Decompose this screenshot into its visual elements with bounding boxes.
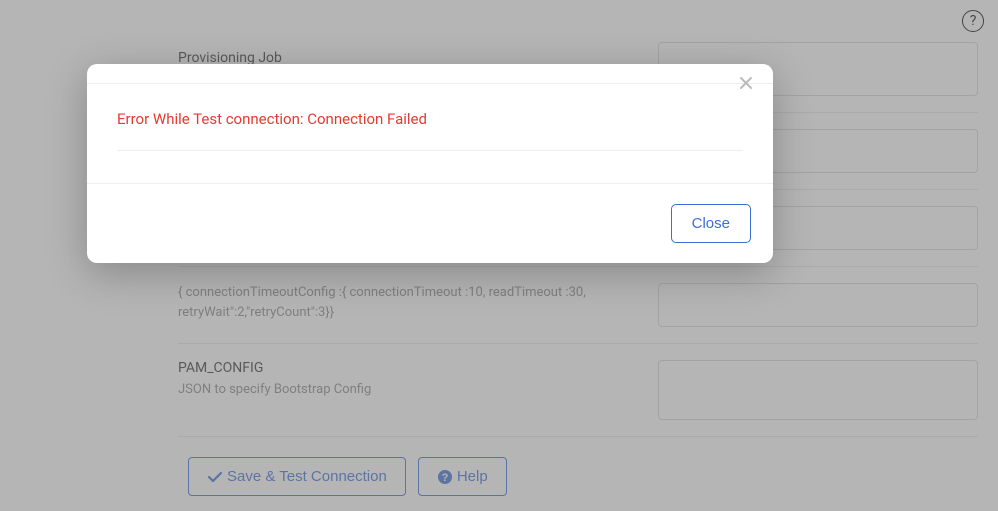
- close-button-label: Close: [692, 215, 730, 232]
- question-mark-icon: ?: [970, 13, 977, 29]
- error-modal: Error While Test connection: Connection …: [87, 64, 773, 263]
- error-message: Error While Test connection: Connection …: [117, 110, 743, 151]
- modal-footer: Close: [87, 183, 773, 263]
- page-help-icon[interactable]: ?: [962, 10, 984, 32]
- modal-header: [87, 64, 773, 84]
- close-button[interactable]: Close: [671, 204, 751, 243]
- modal-body: Error While Test connection: Connection …: [87, 84, 773, 183]
- close-icon[interactable]: [737, 74, 755, 92]
